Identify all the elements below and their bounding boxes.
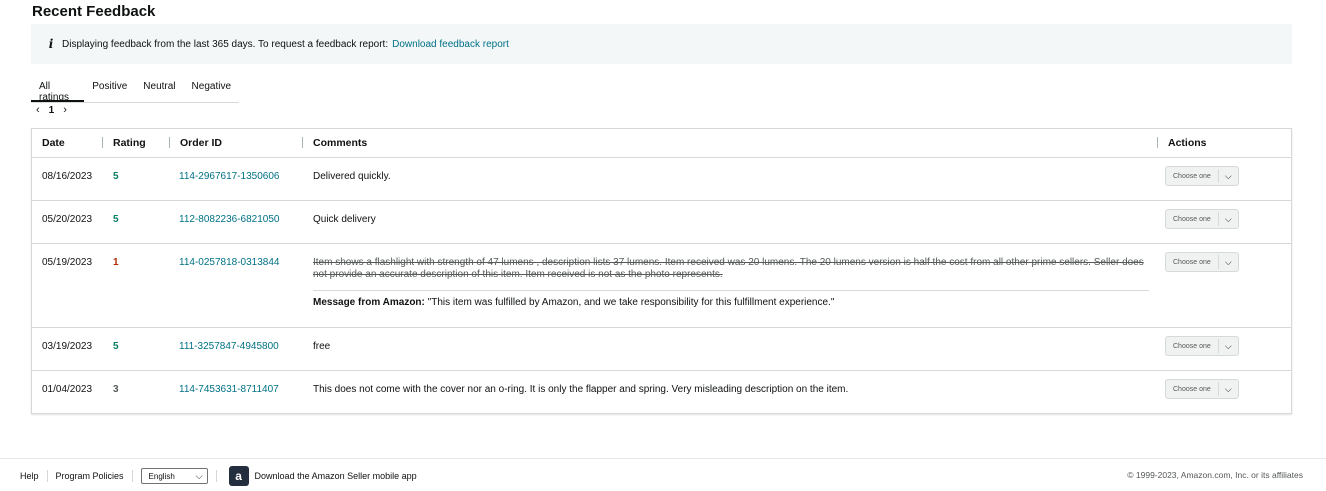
language-select-value: English (148, 471, 175, 481)
chevron-down-icon: ⌵ (1224, 256, 1232, 267)
footer-divider (0, 458, 1326, 459)
feedback-table: Date Rating Order ID Comments Actions 08… (31, 128, 1292, 414)
row-order-id-link[interactable]: 112-8082236-6821050 (179, 214, 279, 225)
amazon-message-text: "This item was fulfilled by Amazon, and … (427, 297, 835, 308)
action-select-label: Choose one (1173, 385, 1211, 393)
tab-positive[interactable]: Positive (84, 78, 135, 102)
row-order-id-link[interactable]: 114-0257818-0313844 (179, 257, 279, 268)
header-order-id[interactable]: Order ID (180, 137, 222, 149)
chevron-down-icon: ⌵ (195, 470, 203, 481)
row-comment: free (313, 341, 331, 352)
language-select[interactable]: English ⌵ (140, 468, 208, 484)
copyright: © 1999-2023, Amazon.com, Inc. or its aff… (1127, 470, 1303, 480)
column-divider (169, 137, 170, 148)
row-rating: 5 (113, 341, 119, 352)
table-row: 05/20/2023 5 112-8082236-6821050 Quick d… (32, 201, 1291, 244)
help-link[interactable]: Help (20, 471, 39, 481)
row-date: 01/04/2023 (42, 384, 93, 395)
row-rating: 3 (113, 384, 119, 395)
page-number[interactable]: 1 (49, 105, 55, 116)
table-header: Date Rating Order ID Comments Actions (32, 129, 1291, 158)
table-row: 01/04/2023 3 114-7453631-8711407 This do… (32, 371, 1291, 414)
chevron-left-icon[interactable]: ‹ (36, 104, 40, 116)
row-rating: 5 (113, 214, 119, 225)
column-divider (102, 137, 103, 148)
footer-separator (131, 470, 133, 482)
action-select-label: Choose one (1173, 215, 1211, 223)
row-date: 05/20/2023 (42, 214, 93, 225)
chevron-right-icon[interactable]: › (63, 104, 67, 116)
action-select[interactable]: Choose one ⌵ (1165, 166, 1239, 186)
row-rating: 1 (113, 257, 119, 268)
action-select[interactable]: Choose one ⌵ (1165, 379, 1239, 399)
action-select-label: Choose one (1173, 258, 1211, 266)
row-comment-removed: Item shows a flashlight with strength of… (313, 257, 1144, 280)
action-select-label: Choose one (1173, 342, 1211, 350)
message-divider (313, 290, 1149, 291)
action-select[interactable]: Choose one ⌵ (1165, 336, 1239, 356)
chevron-down-icon: ⌵ (1224, 213, 1232, 224)
table-row: 03/19/2023 5 111-3257847-4945800 free Ch… (32, 328, 1291, 371)
row-comment: Quick delivery (313, 214, 376, 225)
header-actions: Actions (1168, 137, 1207, 149)
row-comment: Delivered quickly. (313, 171, 391, 182)
chevron-down-icon: ⌵ (1224, 170, 1232, 181)
action-select-label: Choose one (1173, 172, 1211, 180)
info-text: Displaying feedback from the last 365 da… (62, 38, 389, 50)
column-divider (1157, 137, 1158, 148)
row-rating: 5 (113, 171, 119, 182)
footer-separator (215, 470, 217, 482)
row-date: 08/16/2023 (42, 171, 93, 182)
row-order-id-link[interactable]: 114-2967617-1350606 (179, 171, 279, 182)
tab-all-ratings[interactable]: All ratings (31, 78, 85, 103)
row-date: 03/19/2023 (42, 341, 93, 352)
program-policies-link[interactable]: Program Policies (56, 471, 124, 481)
amazon-app-icon[interactable]: a (228, 466, 249, 486)
header-comments[interactable]: Comments (313, 137, 367, 149)
rating-tabs: All ratings Positive Neutral Negative (31, 78, 239, 103)
header-date[interactable]: Date (42, 137, 65, 149)
action-select[interactable]: Choose one ⌵ (1165, 209, 1239, 229)
table-row: 08/16/2023 5 114-2967617-1350606 Deliver… (32, 158, 1291, 201)
info-icon: i (48, 37, 54, 51)
row-date: 05/19/2023 (42, 257, 93, 268)
row-order-id-link[interactable]: 111-3257847-4945800 (179, 341, 279, 352)
info-banner: i Displaying feedback from the last 365 … (31, 24, 1292, 64)
chevron-down-icon: ⌵ (1224, 340, 1232, 351)
tab-negative[interactable]: Negative (184, 78, 239, 102)
download-feedback-report-link[interactable]: Download feedback report (392, 39, 509, 50)
download-app-link[interactable]: Download the Amazon Seller mobile app (255, 471, 417, 481)
header-rating[interactable]: Rating (113, 137, 146, 149)
column-divider (302, 137, 303, 148)
amazon-message: Message from Amazon: "This item was fulf… (313, 297, 834, 308)
footer-separator (46, 470, 48, 482)
page-title: Recent Feedback (32, 3, 156, 20)
action-select[interactable]: Choose one ⌵ (1165, 252, 1239, 272)
chevron-down-icon: ⌵ (1224, 383, 1232, 394)
footer: Help Program Policies English ⌵ a Downlo… (20, 466, 417, 486)
table-row: 05/19/2023 1 114-0257818-0313844 Item sh… (32, 244, 1291, 328)
amazon-message-label: Message from Amazon: (313, 297, 425, 308)
pagination: ‹ 1 › (36, 104, 67, 116)
row-comment: This does not come with the cover nor an… (313, 384, 849, 395)
row-order-id-link[interactable]: 114-7453631-8711407 (179, 384, 279, 395)
tab-neutral[interactable]: Neutral (135, 78, 183, 102)
